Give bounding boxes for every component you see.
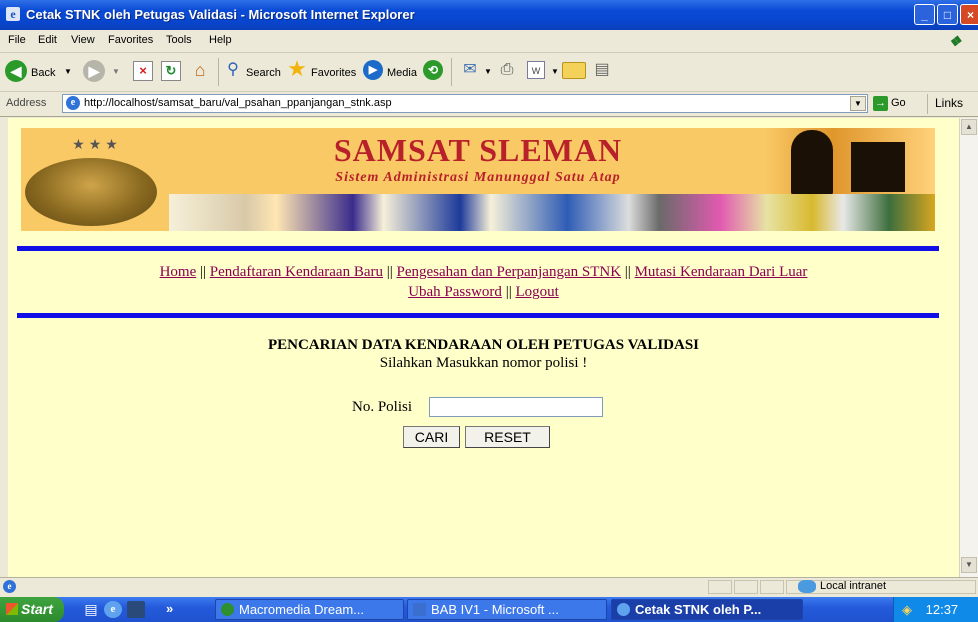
edit-icon[interactable]: W (527, 61, 545, 79)
messenger-icon[interactable]: ▤ (592, 59, 612, 81)
minimize-button[interactable]: _ (914, 4, 935, 25)
search-label[interactable]: Search (246, 67, 281, 79)
start-label: Start (21, 601, 53, 617)
ie-icon: e (6, 7, 20, 21)
history-icon[interactable]: ⟲ (423, 60, 443, 80)
nav-pendaftaran-link[interactable]: Pendaftaran Kendaraan Baru (210, 264, 383, 280)
nav-row-1: Home || Pendaftaran Kendaraan Baru || Pe… (8, 262, 959, 282)
back-label[interactable]: Back (31, 67, 55, 79)
edit-dropdown-icon[interactable]: ▼ (551, 67, 559, 76)
task-ie-active[interactable]: Cetak STNK oleh P... (611, 599, 803, 620)
favorites-label[interactable]: Favorites (311, 67, 356, 79)
form-instruction: Silahkan Masukkan nomor polisi ! (379, 355, 588, 371)
toolbar-separator (451, 58, 452, 86)
menu-edit[interactable]: Edit (38, 34, 57, 46)
banner-title: SAMSAT SLEMAN (333, 132, 623, 168)
status-pane (734, 580, 758, 594)
nav-separator: || (624, 264, 631, 280)
nav-mutasi-link[interactable]: Mutasi Kendaraan Dari Luar (635, 264, 808, 280)
media-quicklaunch-icon[interactable] (127, 601, 145, 618)
banner-subtitle: Sistem Administrasi Manunggal Satu Atap (335, 170, 621, 185)
search-icon[interactable]: ⚲ (223, 60, 243, 80)
task-label: Cetak STNK oleh P... (635, 602, 762, 617)
stop-icon[interactable]: × (133, 61, 153, 81)
nav-row-2: Ubah Password || Logout (8, 282, 959, 302)
status-zone-text: Local intranet (820, 580, 887, 592)
divider-top (17, 246, 939, 251)
tray-icon[interactable]: ◈ (902, 597, 912, 622)
favorites-icon[interactable]: ★ (285, 57, 309, 81)
close-button[interactable]: × (960, 4, 978, 25)
status-pane (708, 580, 732, 594)
menu-favorites[interactable]: Favorites (108, 34, 153, 46)
media-label[interactable]: Media (387, 67, 417, 79)
system-tray: ◈ 12:37 (893, 597, 978, 622)
scroll-down-icon[interactable]: ▼ (961, 557, 977, 573)
refresh-icon[interactable]: ↻ (161, 61, 181, 81)
links-button[interactable]: Links (935, 96, 963, 110)
maximize-button[interactable]: □ (937, 4, 958, 25)
forward-icon[interactable]: ▶ (83, 60, 105, 82)
windows-logo-icon: ❖ (948, 33, 962, 49)
vertical-scrollbar[interactable] (959, 118, 978, 589)
address-dropdown-icon[interactable]: ▼ (850, 96, 866, 111)
back-dropdown-icon[interactable]: ▼ (64, 67, 72, 76)
toolbar-separator (218, 58, 219, 86)
nav-separator: || (386, 264, 393, 280)
word-icon (413, 603, 426, 616)
media-icon[interactable]: ▶ (363, 60, 383, 80)
start-button[interactable]: Start (0, 597, 64, 622)
window-title: Cetak STNK oleh Petugas Validasi - Micro… (26, 7, 415, 22)
menu-tools[interactable]: Tools (166, 34, 192, 46)
task-word[interactable]: BAB IV1 - Microsoft ... (407, 599, 607, 620)
nav-separator: || (199, 264, 206, 280)
page-icon: e (66, 96, 80, 110)
home-icon[interactable]: ⌂ (189, 60, 211, 80)
vehicles-image-strip (169, 194, 935, 231)
task-label: Macromedia Dream... (239, 602, 364, 617)
dreamweaver-icon (221, 603, 234, 616)
scroll-up-icon[interactable]: ▲ (961, 119, 977, 135)
clock: 12:37 (925, 602, 959, 617)
page-status-icon: e (3, 580, 16, 593)
go-button[interactable]: Go (891, 97, 906, 109)
nav-separator: || (505, 284, 512, 300)
quicklaunch-expand-icon[interactable]: » (166, 601, 173, 616)
banner: ★★★ SAMSAT SLEMAN Sistem Administrasi Ma… (21, 128, 935, 231)
address-url[interactable]: http://localhost/samsat_baru/val_psahan_… (84, 97, 392, 109)
cari-button[interactable]: CARI (403, 426, 460, 448)
folder-icon[interactable] (562, 62, 586, 79)
nav-logout-link[interactable]: Logout (515, 284, 558, 300)
polisi-label: No. Polisi (352, 399, 413, 415)
nav-pengesahan-link[interactable]: Pengesahan dan Perpanjangan STNK (397, 264, 622, 280)
menu-view[interactable]: View (71, 34, 95, 46)
go-icon[interactable]: → (873, 96, 888, 111)
address-separator (927, 94, 928, 114)
reset-button[interactable]: RESET (465, 426, 550, 448)
status-pane (760, 580, 784, 594)
nav-ubah-password-link[interactable]: Ubah Password (408, 284, 502, 300)
task-label: BAB IV1 - Microsoft ... (431, 602, 559, 617)
back-icon[interactable]: ◀ (5, 60, 27, 82)
task-dreamweaver[interactable]: Macromedia Dream... (215, 599, 404, 620)
print-icon[interactable]: ⎙ (496, 60, 518, 80)
forward-dropdown-icon[interactable]: ▼ (112, 67, 120, 76)
main-nav: Home || Pendaftaran Kendaraan Baru || Pe… (8, 262, 959, 302)
mail-icon[interactable]: ✉ (459, 61, 481, 79)
form-heading: PENCARIAN DATA KENDARAAN OLEH PETUGAS VA… (267, 337, 700, 353)
desktop-quicklaunch-icon[interactable]: ▤ (82, 601, 100, 618)
windows-flag-icon (6, 603, 18, 615)
menu-help[interactable]: Help (209, 34, 232, 46)
polisi-input[interactable] (429, 397, 603, 417)
mail-dropdown-icon[interactable]: ▼ (484, 67, 492, 76)
intranet-icon (798, 580, 816, 593)
page-content: ★★★ SAMSAT SLEMAN Sistem Administrasi Ma… (8, 118, 959, 589)
address-label: Address (6, 97, 47, 109)
menu-file[interactable]: File (8, 34, 26, 46)
nav-home-link[interactable]: Home (160, 264, 197, 280)
divider-bottom (17, 313, 939, 318)
ie-task-icon (617, 603, 630, 616)
ie-quicklaunch-icon[interactable]: e (104, 601, 122, 618)
